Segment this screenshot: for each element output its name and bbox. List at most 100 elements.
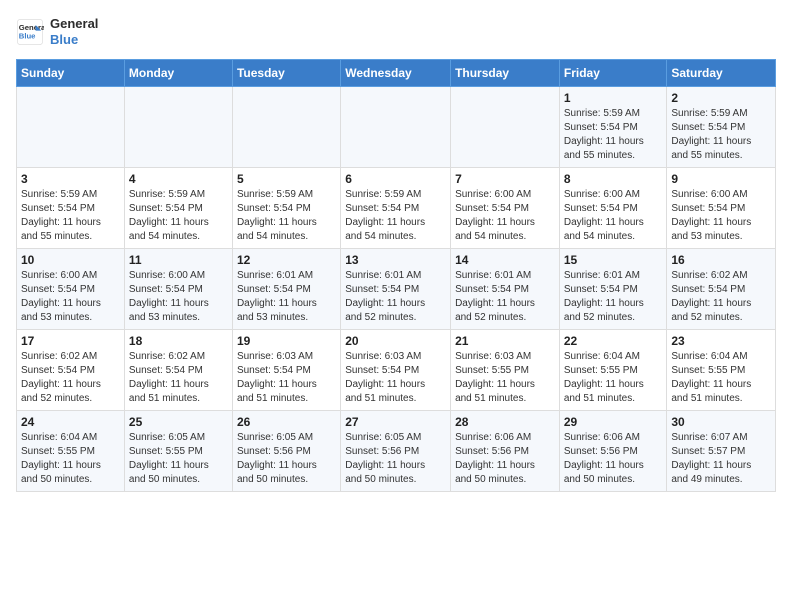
day-info: Sunrise: 6:03 AM Sunset: 5:54 PM Dayligh… bbox=[345, 350, 446, 406]
day-info: Sunrise: 6:04 AM Sunset: 5:55 PM Dayligh… bbox=[671, 350, 771, 406]
logo-icon: General Blue bbox=[16, 18, 44, 46]
calendar-table: Sunday Monday Tuesday Wednesday Thursday… bbox=[16, 59, 776, 492]
svg-text:Blue: Blue bbox=[19, 31, 36, 40]
day-number: 15 bbox=[564, 253, 663, 267]
day-info: Sunrise: 6:05 AM Sunset: 5:56 PM Dayligh… bbox=[237, 431, 336, 487]
calendar-cell bbox=[232, 87, 340, 168]
day-number: 29 bbox=[564, 415, 663, 429]
day-number: 16 bbox=[671, 253, 771, 267]
day-number: 6 bbox=[345, 172, 446, 186]
calendar-cell: 7Sunrise: 6:00 AM Sunset: 5:54 PM Daylig… bbox=[451, 168, 560, 249]
week-row-2: 3 Sunrise: 5:59 AM Sunset: 5:54 PM Daylig… bbox=[17, 168, 776, 249]
logo: General Blue GeneralBlue bbox=[16, 16, 98, 47]
day-number: 1 bbox=[564, 91, 663, 105]
day-info: Sunrise: 5:59 AM Sunset: 5:54 PM Dayligh… bbox=[671, 107, 771, 163]
day-number: 22 bbox=[564, 334, 663, 348]
week-row-5: 24 Sunrise: 6:04 AM Sunset: 5:55 PM Dayli… bbox=[17, 411, 776, 492]
day-info: Sunrise: 6:06 AM Sunset: 5:56 PM Dayligh… bbox=[455, 431, 555, 487]
calendar-cell: 26 Sunrise: 6:05 AM Sunset: 5:56 PM Dayli… bbox=[232, 411, 340, 492]
day-number: 21 bbox=[455, 334, 555, 348]
header-tuesday: Tuesday bbox=[232, 60, 340, 87]
day-info: Sunrise: 6:00 AM Sunset: 5:54 PM Dayligh… bbox=[455, 188, 555, 244]
calendar-cell: 1 Sunrise: 5:59 AM Sunset: 5:54 PM Daylig… bbox=[559, 87, 667, 168]
day-number: 17 bbox=[21, 334, 120, 348]
header-thursday: Thursday bbox=[451, 60, 560, 87]
day-number: 3 bbox=[21, 172, 120, 186]
calendar-cell: 15 Sunrise: 6:01 AM Sunset: 5:54 PM Dayli… bbox=[559, 249, 667, 330]
day-number: 30 bbox=[671, 415, 771, 429]
calendar-cell: 25Sunrise: 6:05 AM Sunset: 5:55 PM Dayli… bbox=[124, 411, 232, 492]
day-number: 10 bbox=[21, 253, 120, 267]
day-info: Sunrise: 5:59 AM Sunset: 5:54 PM Dayligh… bbox=[564, 107, 663, 163]
calendar-cell: 3 Sunrise: 5:59 AM Sunset: 5:54 PM Daylig… bbox=[17, 168, 125, 249]
day-info: Sunrise: 6:00 AM Sunset: 5:54 PM Dayligh… bbox=[129, 269, 228, 325]
calendar-cell: 14 Sunrise: 6:01 AM Sunset: 5:54 PM Dayli… bbox=[451, 249, 560, 330]
day-info: Sunrise: 5:59 AM Sunset: 5:54 PM Dayligh… bbox=[345, 188, 446, 244]
calendar-cell: 19 Sunrise: 6:03 AM Sunset: 5:54 PM Dayli… bbox=[232, 330, 340, 411]
calendar-cell: 4 Sunrise: 5:59 AM Sunset: 5:54 PM Daylig… bbox=[124, 168, 232, 249]
calendar-cell: 13 Sunrise: 6:01 AM Sunset: 5:54 PM Dayli… bbox=[341, 249, 451, 330]
day-number: 23 bbox=[671, 334, 771, 348]
day-info: Sunrise: 6:00 AM Sunset: 5:54 PM Dayligh… bbox=[671, 188, 771, 244]
day-number: 14 bbox=[455, 253, 555, 267]
calendar-cell: 17 Sunrise: 6:02 AM Sunset: 5:54 PM Dayli… bbox=[17, 330, 125, 411]
day-number: 4 bbox=[129, 172, 228, 186]
calendar-cell: 22Sunrise: 6:04 AM Sunset: 5:55 PM Dayli… bbox=[559, 330, 667, 411]
day-info: Sunrise: 5:59 AM Sunset: 5:54 PM Dayligh… bbox=[21, 188, 120, 244]
day-number: 27 bbox=[345, 415, 446, 429]
day-number: 11 bbox=[129, 253, 228, 267]
day-info: Sunrise: 6:03 AM Sunset: 5:54 PM Dayligh… bbox=[237, 350, 336, 406]
day-info: Sunrise: 5:59 AM Sunset: 5:54 PM Dayligh… bbox=[129, 188, 228, 244]
calendar-cell: 6 Sunrise: 5:59 AM Sunset: 5:54 PM Daylig… bbox=[341, 168, 451, 249]
day-number: 2 bbox=[671, 91, 771, 105]
calendar-cell: 2 Sunrise: 5:59 AM Sunset: 5:54 PM Daylig… bbox=[667, 87, 776, 168]
calendar-cell bbox=[17, 87, 125, 168]
header-saturday: Saturday bbox=[667, 60, 776, 87]
page-header: General Blue GeneralBlue bbox=[16, 16, 776, 47]
header-monday: Monday bbox=[124, 60, 232, 87]
header-friday: Friday bbox=[559, 60, 667, 87]
week-row-3: 10 Sunrise: 6:00 AM Sunset: 5:54 PM Dayli… bbox=[17, 249, 776, 330]
day-info: Sunrise: 6:04 AM Sunset: 5:55 PM Dayligh… bbox=[21, 431, 120, 487]
day-number: 18 bbox=[129, 334, 228, 348]
calendar-cell: 29 Sunrise: 6:06 AM Sunset: 5:56 PM Dayli… bbox=[559, 411, 667, 492]
day-info: Sunrise: 6:01 AM Sunset: 5:54 PM Dayligh… bbox=[564, 269, 663, 325]
header-wednesday: Wednesday bbox=[341, 60, 451, 87]
header-sunday: Sunday bbox=[17, 60, 125, 87]
day-info: Sunrise: 6:02 AM Sunset: 5:54 PM Dayligh… bbox=[21, 350, 120, 406]
day-info: Sunrise: 6:06 AM Sunset: 5:56 PM Dayligh… bbox=[564, 431, 663, 487]
calendar-cell: 9 Sunrise: 6:00 AM Sunset: 5:54 PM Daylig… bbox=[667, 168, 776, 249]
day-number: 5 bbox=[237, 172, 336, 186]
day-info: Sunrise: 6:02 AM Sunset: 5:54 PM Dayligh… bbox=[671, 269, 771, 325]
day-info: Sunrise: 6:01 AM Sunset: 5:54 PM Dayligh… bbox=[455, 269, 555, 325]
day-info: Sunrise: 6:03 AM Sunset: 5:55 PM Dayligh… bbox=[455, 350, 555, 406]
day-info: Sunrise: 6:01 AM Sunset: 5:54 PM Dayligh… bbox=[345, 269, 446, 325]
calendar-cell: 27 Sunrise: 6:05 AM Sunset: 5:56 PM Dayli… bbox=[341, 411, 451, 492]
calendar-cell: 21 Sunrise: 6:03 AM Sunset: 5:55 PM Dayli… bbox=[451, 330, 560, 411]
day-number: 19 bbox=[237, 334, 336, 348]
calendar-cell: 30 Sunrise: 6:07 AM Sunset: 5:57 PM Dayli… bbox=[667, 411, 776, 492]
calendar-cell bbox=[341, 87, 451, 168]
day-info: Sunrise: 6:07 AM Sunset: 5:57 PM Dayligh… bbox=[671, 431, 771, 487]
calendar-cell: 10 Sunrise: 6:00 AM Sunset: 5:54 PM Dayli… bbox=[17, 249, 125, 330]
calendar-cell bbox=[124, 87, 232, 168]
day-number: 8 bbox=[564, 172, 663, 186]
calendar-cell: 16 Sunrise: 6:02 AM Sunset: 5:54 PM Dayli… bbox=[667, 249, 776, 330]
week-row-4: 17 Sunrise: 6:02 AM Sunset: 5:54 PM Dayli… bbox=[17, 330, 776, 411]
calendar-cell: 18 Sunrise: 6:02 AM Sunset: 5:54 PM Dayli… bbox=[124, 330, 232, 411]
day-number: 24 bbox=[21, 415, 120, 429]
calendar-cell: 8Sunrise: 6:00 AM Sunset: 5:54 PM Daylig… bbox=[559, 168, 667, 249]
calendar-header: Sunday Monday Tuesday Wednesday Thursday… bbox=[17, 60, 776, 87]
day-info: Sunrise: 6:05 AM Sunset: 5:56 PM Dayligh… bbox=[345, 431, 446, 487]
day-number: 13 bbox=[345, 253, 446, 267]
calendar-cell: 12Sunrise: 6:01 AM Sunset: 5:54 PM Dayli… bbox=[232, 249, 340, 330]
calendar-cell: 23 Sunrise: 6:04 AM Sunset: 5:55 PM Dayli… bbox=[667, 330, 776, 411]
day-info: Sunrise: 6:00 AM Sunset: 5:54 PM Dayligh… bbox=[21, 269, 120, 325]
day-number: 9 bbox=[671, 172, 771, 186]
day-info: Sunrise: 5:59 AM Sunset: 5:54 PM Dayligh… bbox=[237, 188, 336, 244]
weekday-header-row: Sunday Monday Tuesday Wednesday Thursday… bbox=[17, 60, 776, 87]
calendar-cell: 24 Sunrise: 6:04 AM Sunset: 5:55 PM Dayli… bbox=[17, 411, 125, 492]
day-number: 26 bbox=[237, 415, 336, 429]
day-info: Sunrise: 6:02 AM Sunset: 5:54 PM Dayligh… bbox=[129, 350, 228, 406]
day-info: Sunrise: 6:05 AM Sunset: 5:55 PM Dayligh… bbox=[129, 431, 228, 487]
